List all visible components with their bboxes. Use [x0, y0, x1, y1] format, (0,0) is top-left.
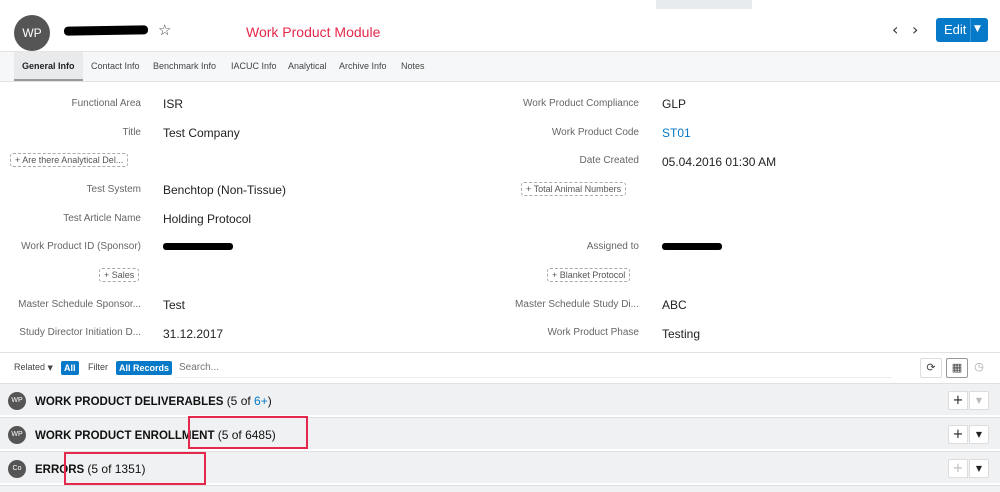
related-all-pill[interactable]: All	[61, 361, 79, 375]
test-system-label: Test System	[86, 184, 141, 195]
subpanel-errors[interactable]: Co ERRORS (5 of 1351) + ▼	[0, 451, 1000, 483]
wp-code-label: Work Product Code	[551, 127, 639, 138]
functional-area-label: Functional Area	[71, 98, 142, 109]
module-label: Work Product Module	[246, 24, 381, 40]
subpanel-add-icon[interactable]: +	[948, 459, 968, 478]
edit-button[interactable]: Edit ▼	[936, 18, 988, 42]
record-header: WP ☆ Work Product Module ‹ › Edit ▼	[0, 9, 1000, 52]
subpanel-add-icon[interactable]: +	[948, 425, 968, 444]
subpanel-work-product-enrollment[interactable]: WP WORK PRODUCT ENROLLMENT (5 of 6485) +…	[0, 417, 1000, 449]
functional-area-value[interactable]: ISR	[163, 97, 183, 111]
subpanel-actions-chevron-down-icon[interactable]: ▼	[969, 391, 989, 410]
add-analytical-deliverables-label: Are there Analytical Del...	[22, 155, 124, 165]
tab-contact-info[interactable]: Contact Info	[91, 52, 140, 81]
master-schedule-sd-label: Master Schedule Study Di...	[515, 299, 639, 310]
title-value[interactable]: Test Company	[163, 126, 240, 140]
subpanel-count-close: )	[267, 394, 272, 408]
subpanel-title[interactable]: WORK PRODUCT ENROLLMENT (5 of 6485)	[35, 428, 276, 442]
wp-code-value[interactable]: ST01	[662, 126, 691, 140]
add-total-animal-numbers-label: Total Animal Numbers	[533, 184, 622, 194]
top-strip	[0, 0, 1000, 9]
subpanel-title[interactable]: ERRORS (5 of 1351)	[35, 462, 145, 476]
wp-id-sponsor-value-redacted	[163, 243, 233, 250]
subpanel-add-icon[interactable]: +	[948, 391, 968, 410]
subpanel-search-input[interactable]	[174, 358, 892, 378]
date-created-label: Date Created	[579, 155, 639, 166]
tab-analytical[interactable]: Analytical	[288, 52, 327, 81]
activity-stream-clock-icon[interactable]: ◷	[968, 358, 990, 378]
subpanel-title-text: WORK PRODUCT DELIVERABLES	[35, 396, 224, 408]
next-record-chevron-icon[interactable]: ›	[912, 22, 918, 38]
tab-iacuc-info[interactable]: IACUC Info	[231, 52, 277, 81]
subpanel-count-open: (5 of	[226, 394, 255, 408]
filter-all-records-pill[interactable]: All Records	[116, 361, 173, 375]
wp-compliance-label: Work Product Compliance	[523, 98, 639, 109]
test-article-name-label: Test Article Name	[63, 213, 141, 224]
wp-phase-label: Work Product Phase	[547, 327, 639, 338]
title-label: Title	[122, 127, 141, 138]
related-label: Related	[14, 362, 46, 372]
wp-compliance-value[interactable]: GLP	[662, 97, 686, 111]
add-blanket-protocol-label: Blanket Protocol	[559, 270, 626, 280]
subpanel-count-more-link[interactable]: 6+	[254, 394, 268, 408]
subpanel-count: (5 of 6485)	[217, 428, 276, 442]
subpanel-avatar: WP	[8, 426, 26, 444]
top-strip-segment	[656, 0, 752, 9]
record-avatar: WP	[14, 15, 50, 51]
favorite-star-icon[interactable]: ☆	[158, 21, 171, 39]
subpanel-count: (5 of 1351)	[87, 462, 146, 476]
add-sales-button[interactable]: + Sales	[99, 268, 140, 282]
add-sales-label: Sales	[111, 270, 135, 280]
test-system-value[interactable]: Benchtop (Non-Tissue)	[163, 183, 286, 197]
sd-initiation-value[interactable]: 31.12.2017	[163, 327, 223, 341]
subpanel-title-text: ERRORS	[35, 464, 85, 476]
date-created-value[interactable]: 05.04.2016 01:30 AM	[662, 155, 776, 169]
edit-dropdown-caret-icon[interactable]: ▼	[974, 24, 981, 34]
record-name-redacted	[63, 25, 149, 36]
refresh-icon[interactable]: ⟳	[920, 358, 942, 378]
previous-record-chevron-icon[interactable]: ‹	[892, 22, 898, 38]
record-tabs: General Info Contact Info Benchmark Info…	[0, 52, 1000, 82]
subpanel-avatar: Co	[8, 460, 26, 478]
add-analytical-deliverables-button[interactable]: + Are there Analytical Del...	[10, 153, 129, 167]
subpanel-actions-chevron-down-icon[interactable]: ▼	[969, 459, 989, 478]
sd-initiation-label: Study Director Initiation D...	[19, 327, 141, 338]
subpanel-work-product-deliverables[interactable]: WP WORK PRODUCT DELIVERABLES (5 of 6+) +…	[0, 383, 1000, 415]
subpanel-title[interactable]: WORK PRODUCT DELIVERABLES (5 of 6+)	[35, 394, 272, 408]
edit-button-divider	[970, 18, 971, 42]
related-dropdown[interactable]: Related ▼	[14, 362, 53, 372]
tab-archive-info[interactable]: Archive Info	[339, 52, 387, 81]
tab-general-info[interactable]: General Info	[14, 52, 83, 81]
master-schedule-sponsor-label: Master Schedule Sponsor...	[18, 299, 141, 310]
filter-label: Filter	[88, 362, 108, 372]
tab-benchmark-info[interactable]: Benchmark Info	[153, 52, 216, 81]
subpanel-filter-bar: Related ▼ All Filter All Records ⟳ ▦ ◷	[0, 352, 1000, 382]
subpanel-title-text: WORK PRODUCT ENROLLMENT	[35, 430, 215, 442]
subpanel-next-partial	[0, 485, 1000, 492]
add-total-animal-numbers-button[interactable]: + Total Animal Numbers	[521, 182, 627, 196]
assigned-to-value-redacted[interactable]	[662, 243, 722, 250]
wp-id-sponsor-label: Work Product ID (Sponsor)	[21, 241, 141, 252]
subpanel-actions-chevron-down-icon[interactable]: ▼	[969, 425, 989, 444]
tab-notes[interactable]: Notes	[401, 52, 425, 81]
chevron-down-icon: ▼	[47, 364, 53, 372]
list-view-grid-icon[interactable]: ▦	[946, 358, 968, 378]
add-blanket-protocol-button[interactable]: + Blanket Protocol	[547, 268, 631, 282]
assigned-to-label: Assigned to	[586, 241, 639, 252]
master-schedule-sd-value[interactable]: ABC	[662, 298, 687, 312]
master-schedule-sponsor-value[interactable]: Test	[163, 298, 185, 312]
wp-phase-value[interactable]: Testing	[662, 327, 700, 341]
subpanel-avatar: WP	[8, 392, 26, 410]
subpanel-count: (5 of 6+)	[227, 394, 272, 408]
edit-button-label: Edit	[944, 22, 967, 37]
test-article-name-value[interactable]: Holding Protocol	[163, 212, 251, 226]
